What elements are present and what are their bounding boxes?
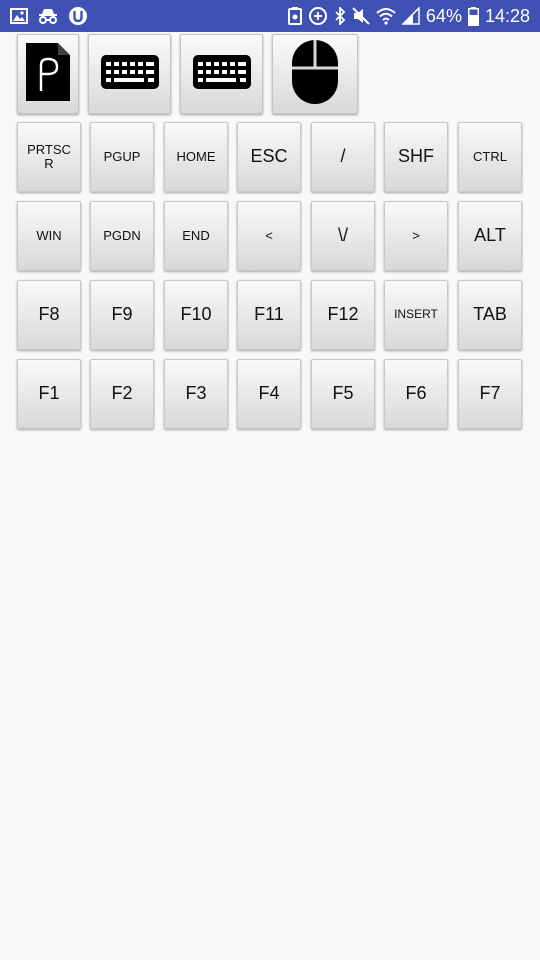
key-f10[interactable]: F10 (164, 280, 228, 350)
key-end[interactable]: END (164, 201, 228, 271)
mouse-icon (290, 38, 340, 111)
key-home[interactable]: HOME (164, 122, 228, 192)
clock: 14:28 (484, 6, 530, 26)
spy-icon (37, 8, 59, 24)
document-button[interactable] (17, 34, 79, 114)
key-f4[interactable]: F4 (237, 359, 301, 429)
status-right-icons: 64% 14:28 (287, 5, 530, 27)
key-shift[interactable]: SHF (384, 122, 448, 192)
key-f11[interactable]: F11 (237, 280, 301, 350)
keyboard-icon (192, 54, 252, 95)
key-f1[interactable]: F1 (17, 359, 81, 429)
key-f7[interactable]: F7 (458, 359, 522, 429)
gallery-icon (10, 8, 28, 24)
key-insert[interactable]: INSERT (384, 280, 448, 350)
bluetooth-icon (334, 7, 346, 25)
keypad-area: PRTSCR PGUP HOME ESC / SHF CTRL WIN PGDN… (0, 32, 540, 960)
key-f12[interactable]: F12 (311, 280, 375, 350)
mouse-button[interactable] (272, 34, 358, 114)
keyboard-button-1[interactable] (88, 34, 171, 114)
key-left[interactable]: < (237, 201, 301, 271)
key-right[interactable]: > (384, 201, 448, 271)
key-win[interactable]: WIN (17, 201, 81, 271)
status-bar: 64% 14:28 (0, 0, 540, 32)
key-f8[interactable]: F8 (17, 280, 81, 350)
key-f3[interactable]: F3 (164, 359, 228, 429)
key-prtscr[interactable]: PRTSCR (17, 122, 81, 192)
key-pgup[interactable]: PGUP (90, 122, 154, 192)
storage-icon (287, 7, 302, 25)
status-left-icons (10, 5, 88, 27)
key-f2[interactable]: F2 (90, 359, 154, 429)
key-tab[interactable]: TAB (458, 280, 522, 350)
keyboard-icon (100, 54, 160, 95)
battery-icon (467, 6, 479, 26)
key-alt[interactable]: ALT (458, 201, 522, 271)
data-saver-icon (308, 6, 328, 26)
battery-percent: 64% (425, 6, 462, 26)
key-f6[interactable]: F6 (384, 359, 448, 429)
key-pgdn[interactable]: PGDN (90, 201, 154, 271)
mute-icon (352, 7, 370, 25)
keyboard-button-2[interactable] (180, 34, 263, 114)
document-p-icon (24, 41, 72, 108)
signal-icon (401, 7, 420, 25)
key-f9[interactable]: F9 (90, 280, 154, 350)
key-f5[interactable]: F5 (311, 359, 375, 429)
wifi-icon (376, 7, 396, 25)
key-down[interactable]: \/ (311, 201, 375, 271)
key-esc[interactable]: ESC (237, 122, 301, 192)
key-slash[interactable]: / (311, 122, 375, 192)
u-badge-icon (68, 6, 88, 26)
key-ctrl[interactable]: CTRL (458, 122, 522, 192)
